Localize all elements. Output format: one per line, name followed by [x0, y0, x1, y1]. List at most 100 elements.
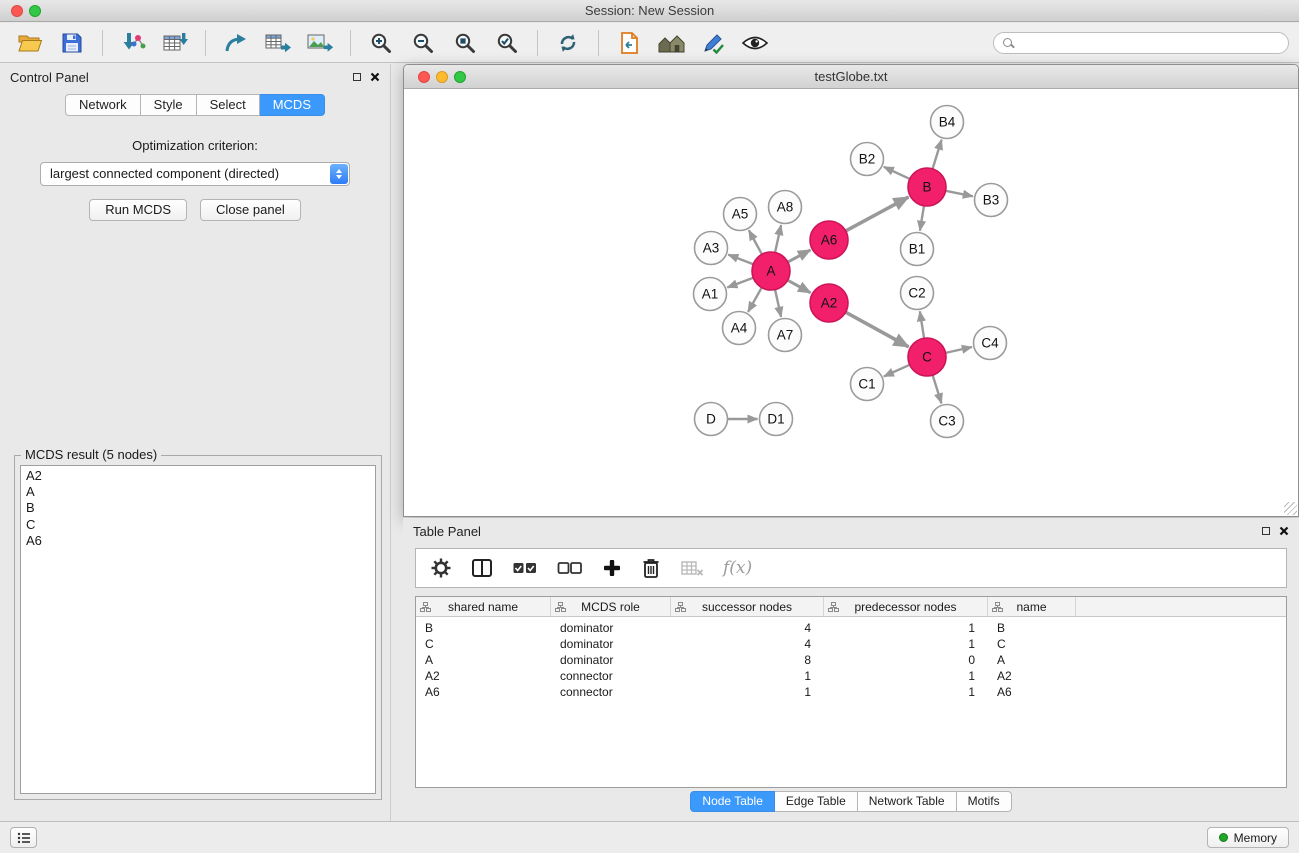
close-table-panel-icon[interactable]	[1279, 526, 1289, 536]
delete-table-icon[interactable]	[680, 559, 704, 577]
task-history-button[interactable]	[10, 827, 37, 848]
zoom-fit-button[interactable]	[445, 26, 485, 60]
node-A[interactable]: A	[752, 252, 790, 290]
node-A5[interactable]: A5	[724, 198, 757, 231]
node-D1[interactable]: D1	[760, 403, 793, 436]
run-mcds-button[interactable]: Run MCDS	[89, 199, 187, 221]
mcds-result-item[interactable]: C	[21, 517, 375, 533]
table-settings-gear-icon[interactable]	[430, 557, 452, 579]
close-view-button[interactable]	[418, 71, 430, 83]
tab-select[interactable]: Select	[197, 94, 260, 116]
tab-mcds[interactable]: MCDS	[260, 94, 325, 116]
memory-button[interactable]: Memory	[1207, 827, 1289, 848]
node-C1[interactable]: C1	[851, 368, 884, 401]
column-header-successor-nodes[interactable]: successor nodes	[671, 597, 824, 616]
column-header-shared-name[interactable]: shared name	[416, 597, 551, 616]
edge-A-A7[interactable]	[775, 290, 781, 317]
node-B[interactable]: B	[908, 168, 946, 206]
edge-B-B4[interactable]	[933, 140, 942, 169]
delete-column-trash-icon[interactable]	[641, 557, 661, 579]
zoom-selected-button[interactable]	[487, 26, 527, 60]
table-row[interactable]: A2connector11A2	[416, 668, 1286, 684]
node-B4[interactable]: B4	[931, 106, 964, 139]
unselect-all-columns-icon[interactable]	[557, 559, 583, 577]
edge-A6-B[interactable]	[846, 197, 909, 231]
tab-network-table[interactable]: Network Table	[858, 791, 957, 812]
apply-style-button[interactable]	[693, 26, 733, 60]
import-table-button[interactable]	[155, 26, 195, 60]
edge-A-A2[interactable]	[788, 280, 811, 293]
zoom-in-button[interactable]	[361, 26, 401, 60]
export-image-button[interactable]	[300, 26, 340, 60]
edge-B-B1[interactable]	[920, 206, 924, 231]
mcds-result-item[interactable]: A6	[21, 533, 375, 549]
edge-C-C3[interactable]	[933, 375, 942, 403]
export-network-button[interactable]	[216, 26, 256, 60]
export-table-button[interactable]	[258, 26, 298, 60]
import-document-button[interactable]	[609, 26, 649, 60]
close-window-button[interactable]	[11, 5, 23, 17]
home-network-button[interactable]	[651, 26, 691, 60]
close-panel-icon[interactable]	[370, 72, 380, 82]
tab-edge-table[interactable]: Edge Table	[775, 791, 858, 812]
minimize-view-button[interactable]	[436, 71, 448, 83]
edge-A-A5[interactable]	[749, 230, 762, 254]
column-header-predecessor-nodes[interactable]: predecessor nodes	[824, 597, 988, 616]
edge-C-C4[interactable]	[946, 347, 972, 353]
zoom-view-button[interactable]	[454, 71, 466, 83]
resize-grip[interactable]	[1284, 502, 1297, 515]
node-D[interactable]: D	[695, 403, 728, 436]
node-B2[interactable]: B2	[851, 143, 884, 176]
column-header-MCDS-role[interactable]: MCDS role	[551, 597, 671, 616]
edge-B-B2[interactable]	[884, 167, 910, 179]
zoom-window-button[interactable]	[29, 5, 41, 17]
edge-B-B3[interactable]	[946, 191, 973, 197]
table-row[interactable]: Bdominator41B	[416, 620, 1286, 636]
function-builder-button[interactable]: f(x)	[723, 558, 752, 578]
open-session-button[interactable]	[10, 26, 50, 60]
tab-network[interactable]: Network	[65, 94, 141, 116]
tab-motifs[interactable]: Motifs	[957, 791, 1012, 812]
select-all-columns-icon[interactable]	[512, 559, 538, 577]
mcds-result-item[interactable]: B	[21, 500, 375, 516]
node-C3[interactable]: C3	[931, 405, 964, 438]
node-C2[interactable]: C2	[901, 277, 934, 310]
edge-A-A8[interactable]	[775, 225, 781, 252]
show-columns-icon[interactable]	[471, 558, 493, 578]
import-network-button[interactable]	[113, 26, 153, 60]
node-A6[interactable]: A6	[810, 221, 848, 259]
edge-A-A1[interactable]	[727, 278, 753, 288]
close-panel-button[interactable]: Close panel	[200, 199, 301, 221]
edge-C-C2[interactable]	[920, 311, 924, 338]
node-C[interactable]: C	[908, 338, 946, 376]
edge-A-A3[interactable]	[728, 255, 753, 265]
toolbar-search[interactable]	[993, 32, 1289, 54]
mcds-result-item[interactable]: A	[21, 484, 375, 500]
network-canvas[interactable]: B4B2BB3A8A5A6A3B1AC2A1A2A4A7C4CC1DD1C3	[404, 90, 1298, 517]
table-row[interactable]: Adominator80A	[416, 652, 1286, 668]
table-row[interactable]: A6connector11A6	[416, 684, 1286, 700]
float-table-panel-icon[interactable]	[1262, 527, 1270, 535]
edge-A-A6[interactable]	[788, 250, 811, 262]
node-A4[interactable]: A4	[723, 312, 756, 345]
node-C4[interactable]: C4	[974, 327, 1007, 360]
refresh-view-button[interactable]	[548, 26, 588, 60]
zoom-out-button[interactable]	[403, 26, 443, 60]
edge-A2-C[interactable]	[846, 312, 909, 347]
node-A7[interactable]: A7	[769, 319, 802, 352]
node-B3[interactable]: B3	[975, 184, 1008, 217]
edge-C-C1[interactable]	[884, 365, 910, 377]
show-hide-button[interactable]	[735, 26, 775, 60]
table-row[interactable]: Cdominator41C	[416, 636, 1286, 652]
tab-node-table[interactable]: Node Table	[690, 791, 775, 812]
tab-style[interactable]: Style	[141, 94, 197, 116]
float-panel-icon[interactable]	[353, 73, 361, 81]
node-A3[interactable]: A3	[695, 232, 728, 265]
edge-A-A4[interactable]	[748, 288, 762, 312]
node-B1[interactable]: B1	[901, 233, 934, 266]
column-header-name[interactable]: name	[988, 597, 1076, 616]
criterion-dropdown[interactable]: largest connected component (directed)	[40, 162, 350, 186]
search-input[interactable]	[1018, 36, 1279, 50]
node-A2[interactable]: A2	[810, 284, 848, 322]
save-session-button[interactable]	[52, 26, 92, 60]
